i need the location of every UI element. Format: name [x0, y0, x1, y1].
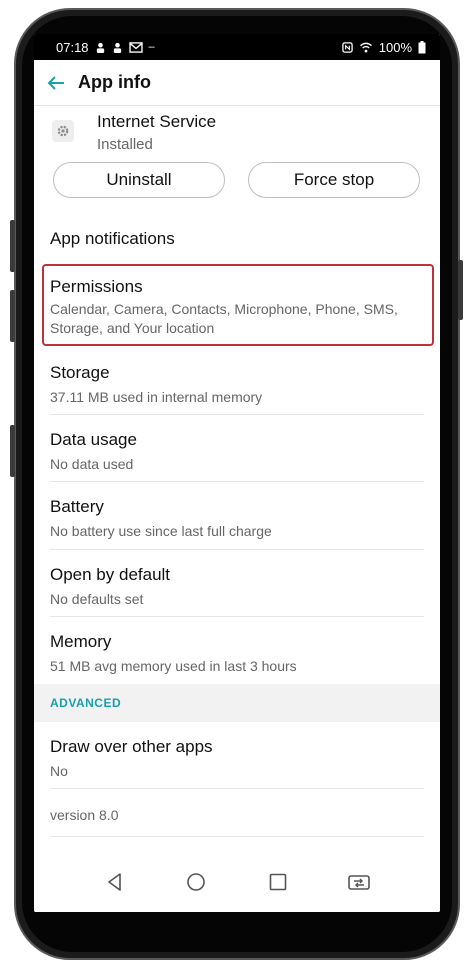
permissions-highlight	[42, 264, 434, 346]
screen: 07:18 – 100% App info Internet Service I…	[34, 34, 440, 912]
storage-summary: 37.11 MB used in internal memory	[50, 389, 263, 405]
open-by-default-title: Open by default	[50, 565, 171, 584]
memory-row[interactable]: Memory 51 MB avg memory used in last 3 h…	[50, 632, 424, 676]
battery-icon	[418, 40, 426, 53]
divider	[50, 549, 424, 550]
advanced-label: ADVANCED	[50, 696, 122, 710]
battery-row[interactable]: Battery No battery use since last full c…	[50, 497, 424, 541]
storage-row[interactable]: Storage 37.11 MB used in internal memory	[50, 363, 424, 407]
gear-icon	[52, 120, 74, 142]
divider	[50, 481, 424, 482]
app-name: Internet Service	[97, 112, 217, 131]
data-usage-row[interactable]: Data usage No data used	[50, 430, 424, 474]
status-time: 07:18	[56, 39, 89, 55]
more-notifications-icon: –	[148, 41, 155, 53]
divider	[50, 836, 424, 837]
assistant-button	[10, 425, 15, 477]
page-title: App info	[78, 72, 151, 92]
version-row: version 8.0	[50, 806, 424, 825]
app-state: Installed	[97, 136, 153, 153]
divider	[50, 616, 424, 617]
open-by-default-row[interactable]: Open by default No defaults set	[50, 565, 424, 609]
volume-up-button	[10, 220, 15, 272]
uninstall-button[interactable]: Uninstall	[53, 162, 225, 198]
data-usage-summary: No data used	[50, 456, 134, 472]
nav-recents-icon[interactable]	[258, 862, 298, 902]
app-notifications-title: App notifications	[50, 229, 175, 248]
nfc-icon	[342, 41, 353, 53]
nav-home-icon[interactable]	[176, 862, 216, 902]
status-bar: 07:18 – 100%	[34, 34, 440, 60]
force-stop-button[interactable]: Force stop	[248, 162, 420, 198]
app-notifications-row[interactable]: App notifications	[50, 229, 424, 249]
battery-title: Battery	[50, 497, 104, 516]
draw-over-apps-summary: No	[50, 763, 68, 779]
navigation-bar	[34, 852, 440, 912]
version-text: version 8.0	[50, 807, 119, 823]
advanced-section-header: ADVANCED	[34, 684, 440, 722]
draw-over-apps-title: Draw over other apps	[50, 737, 213, 756]
memory-summary: 51 MB avg memory used in last 3 hours	[50, 658, 297, 674]
draw-over-apps-row[interactable]: Draw over other apps No	[50, 737, 424, 781]
person-icon	[96, 42, 104, 53]
volume-down-button	[10, 290, 15, 342]
data-usage-title: Data usage	[50, 430, 137, 449]
nav-switch-icon[interactable]	[339, 862, 379, 902]
power-button	[458, 260, 463, 320]
nav-back-icon[interactable]	[95, 862, 135, 902]
back-arrow-icon[interactable]	[36, 63, 76, 103]
wifi-icon	[359, 42, 372, 53]
storage-title: Storage	[50, 363, 110, 382]
mail-icon	[128, 41, 143, 53]
battery-summary: No battery use since last full charge	[50, 523, 272, 539]
divider	[50, 788, 424, 789]
person-icon-2	[113, 42, 121, 53]
memory-title: Memory	[50, 632, 112, 651]
battery-percent: 100%	[378, 39, 412, 55]
app-bar: App info	[34, 60, 440, 106]
app-header: Internet Service Installed	[34, 112, 440, 158]
open-by-default-summary: No defaults set	[50, 591, 144, 607]
divider	[50, 414, 424, 415]
